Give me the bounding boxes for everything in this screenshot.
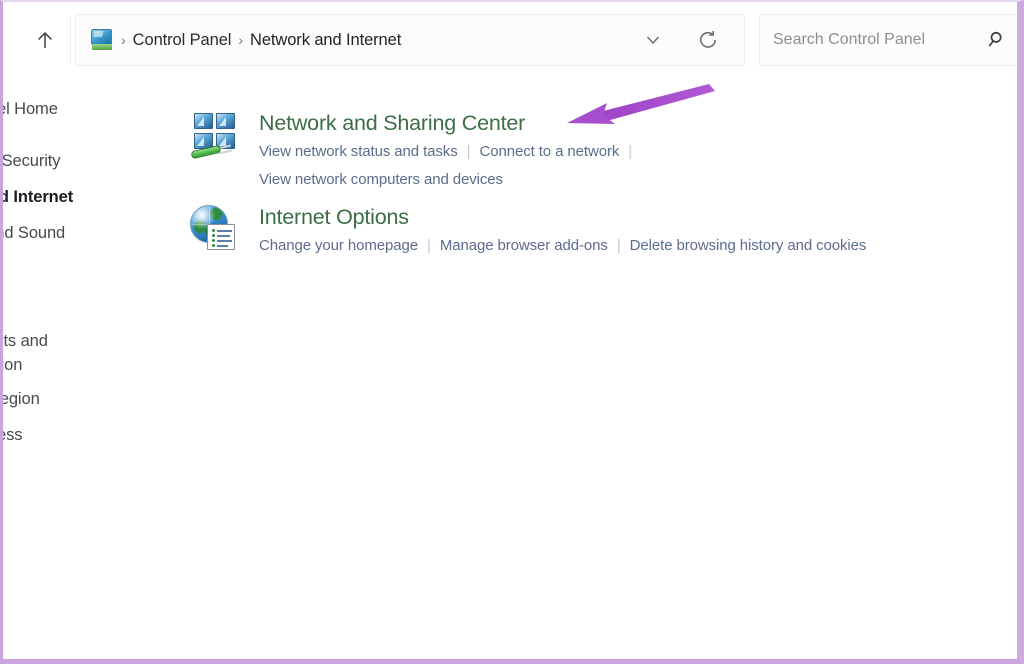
- task-link[interactable]: View network computers and devices: [259, 171, 503, 188]
- sidebar-item-user-accounts-and[interactable]: User Accounts and: [3, 332, 48, 351]
- task-link[interactable]: Change your homepage: [259, 237, 418, 254]
- sidebar-item-system-and-security[interactable]: System and Security: [3, 152, 61, 171]
- control-panel-window: › Control Panel › Network and Internet S…: [3, 2, 1017, 659]
- search-input[interactable]: [773, 31, 963, 49]
- link-separator: |: [616, 237, 621, 254]
- breadcrumb-control-panel[interactable]: Control Panel: [133, 31, 232, 50]
- breadcrumb-separator-0: ›: [121, 32, 126, 48]
- control-panel-monitor-icon: [90, 29, 114, 51]
- sidebar-item-control-panel-home[interactable]: Control Panel Home: [3, 100, 58, 119]
- breadcrumb-network-and-internet[interactable]: Network and Internet: [250, 31, 401, 50]
- internet-options-globe-icon[interactable]: [188, 204, 240, 256]
- explorer-toolbar: › Control Panel › Network and Internet: [3, 2, 1017, 76]
- category-body: Internet Options Change your homepage | Man…: [259, 204, 866, 258]
- sidebar-item-personalization[interactable]: Personalization: [3, 356, 22, 375]
- category-network-and-sharing-center: Network and Sharing Center View network s…: [81, 110, 1017, 188]
- control-panel-nav-sidebar: Control Panel Home System and Security Net…: [3, 82, 81, 602]
- sidebar-item-network-and-internet[interactable]: Network and Internet: [3, 188, 73, 207]
- arrow-up-icon: [34, 29, 56, 51]
- category-title-link[interactable]: Internet Options: [259, 204, 409, 230]
- address-bar[interactable]: › Control Panel › Network and Internet: [75, 14, 745, 66]
- search-magnifier-icon[interactable]: [983, 29, 1005, 51]
- screenshot-frame: › Control Panel › Network and Internet S…: [0, 0, 1024, 664]
- category-list: Network and Sharing Center View network s…: [81, 82, 1017, 659]
- task-link[interactable]: Manage browser add-ons: [440, 237, 608, 254]
- task-link[interactable]: Connect to a network: [480, 143, 620, 160]
- category-link-row: View network status and tasks | Connect to…: [259, 140, 641, 164]
- breadcrumb-separator-1: ›: [238, 32, 244, 48]
- sidebar-item-ease-of-access[interactable]: Ease of Access: [3, 426, 23, 445]
- navigate-up-button[interactable]: [25, 20, 65, 60]
- category-link-row: Change your homepage | Manage browser add-…: [259, 234, 866, 258]
- chevron-down-icon[interactable]: [640, 27, 666, 53]
- link-separator: |: [426, 237, 431, 254]
- refresh-icon[interactable]: [694, 26, 722, 54]
- search-box[interactable]: [759, 14, 1017, 66]
- task-link[interactable]: Delete browsing history and cookies: [630, 237, 867, 254]
- category-link-row: View network computers and devices: [259, 168, 641, 192]
- sidebar-item-clock-and-region[interactable]: Clock and Region: [3, 390, 40, 409]
- network-sharing-center-icon[interactable]: [188, 110, 240, 162]
- category-internet-options: Internet Options Change your homepage | Man…: [81, 204, 1017, 256]
- toolbar-divider: [70, 16, 71, 64]
- link-separator: |: [628, 143, 633, 160]
- category-body: Network and Sharing Center View network s…: [259, 110, 641, 192]
- task-link[interactable]: View network status and tasks: [259, 143, 458, 160]
- sidebar-item-hardware-and-sound[interactable]: Hardware and Sound: [3, 224, 65, 243]
- category-title-link[interactable]: Network and Sharing Center: [259, 110, 525, 136]
- link-separator: |: [466, 143, 471, 160]
